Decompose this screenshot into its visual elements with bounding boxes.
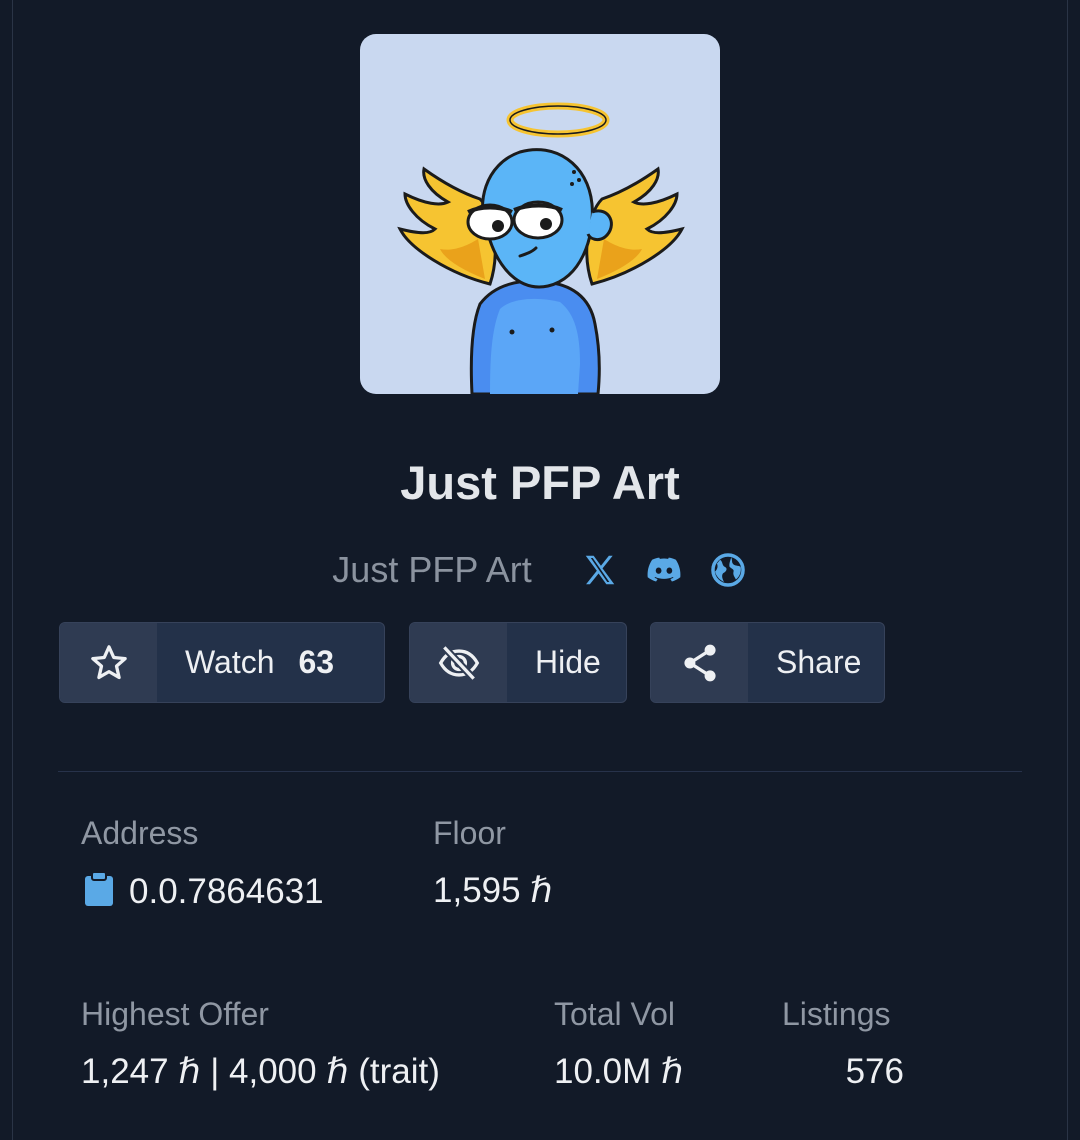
hide-label: Hide [535, 644, 601, 680]
share-label: Share [776, 644, 862, 680]
share-button[interactable]: Share [650, 622, 885, 703]
angel-character-image [397, 102, 685, 394]
watch-count: 63 [298, 644, 335, 680]
hide-button[interactable]: Hide [409, 622, 627, 703]
highest-offer-value: 1,247 ℏ | 4,000 ℏ (trait) [81, 1052, 440, 1091]
creator-row: Just PFP Art [0, 545, 1080, 595]
listings-value: 576 [845, 1052, 904, 1091]
x-twitter-icon[interactable] [580, 550, 620, 590]
address-value: 0.0.7864631 [129, 872, 324, 911]
star-icon [60, 623, 157, 702]
collection-title: Just PFP Art [400, 456, 680, 509]
watch-label: Watch [185, 644, 275, 680]
highest-offer-label: Highest Offer [81, 996, 269, 1032]
total-vol-label: Total Vol [554, 996, 675, 1032]
discord-icon[interactable] [644, 550, 684, 590]
collection-avatar [360, 34, 720, 394]
globe-icon[interactable] [708, 550, 748, 590]
floor-label: Floor [433, 815, 506, 851]
eye-off-icon [410, 623, 507, 702]
share-icon [651, 623, 748, 702]
address-value-row[interactable]: 0.0.7864631 [83, 871, 324, 916]
address-label: Address [81, 815, 199, 851]
clipboard-icon[interactable] [83, 871, 115, 916]
total-vol-value: 10.0M ℏ [554, 1052, 684, 1091]
floor-value: 1,595 ℏ [433, 871, 553, 910]
listings-label: Listings [782, 996, 891, 1032]
watch-button[interactable]: Watch 63 [59, 622, 385, 703]
divider [58, 771, 1022, 772]
creator-name[interactable]: Just PFP Art [332, 549, 531, 591]
